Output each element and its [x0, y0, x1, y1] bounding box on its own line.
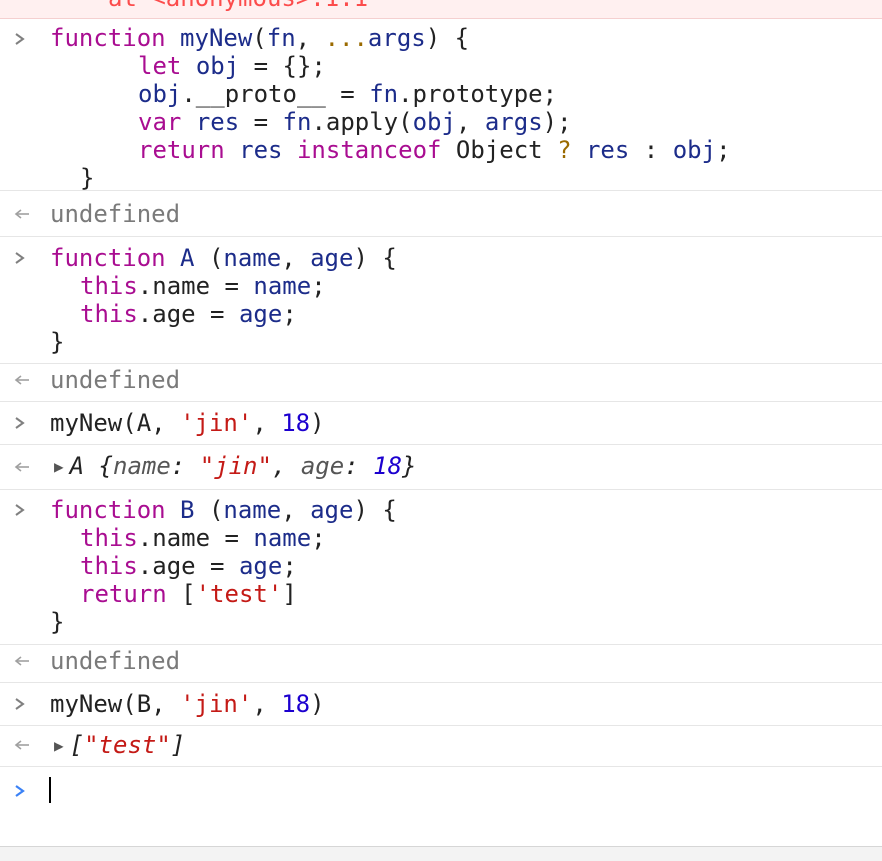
console-input-entry: function B (name, age) { this.name = nam… [0, 490, 882, 645]
code-line: function myNew(fn, ...args) { [50, 24, 470, 52]
triangle-right-icon[interactable]: ▶ [54, 732, 64, 760]
console-input-entry: function myNew(fn, ...args) { let obj = … [0, 18, 882, 192]
chevron-right-icon [12, 777, 36, 805]
error-message-fragment: at <anonymous>:1:1 [0, 0, 882, 19]
code-line: return ['test'] [80, 580, 297, 608]
code-line: this.age = age; [80, 300, 297, 328]
console-prompt[interactable] [0, 767, 882, 827]
code-line: } [80, 164, 95, 192]
code-line: let obj = {}; [138, 52, 326, 80]
console-input-entry: myNew(A, 'jin', 18) [0, 402, 882, 445]
code-line: this.name = name; [80, 272, 326, 300]
result-value: undefined [50, 366, 181, 394]
code-line: } [50, 608, 65, 636]
console-bottom-edge [0, 846, 882, 861]
console-panel: at <anonymous>:1:1 function myNew(fn, ..… [0, 0, 882, 846]
console-result-entry: ▶ ["test"] [0, 726, 882, 767]
code-line: myNew(A, 'jin', 18) [50, 409, 325, 437]
code-line: function A (name, age) { [50, 244, 397, 272]
code-line: this.age = age; [80, 552, 297, 580]
console-result-entry: ▶ A {name: "jin", age: 18} [0, 445, 882, 490]
code-line: obj.__proto__ = fn.prototype; [138, 80, 558, 108]
triangle-right-icon[interactable]: ▶ [54, 453, 64, 481]
result-value: undefined [50, 647, 181, 675]
console-result-entry: undefined [0, 645, 882, 683]
array-preview[interactable]: ▶ ["test"] [0, 731, 882, 759]
result-value: undefined [50, 200, 181, 228]
console-result-entry: undefined [0, 191, 882, 237]
console-input-entry: function A (name, age) { this.name = nam… [0, 237, 882, 364]
error-text: at <anonymous>:1:1 [108, 0, 368, 13]
object-preview[interactable]: ▶ A {name: "jin", age: 18} [0, 452, 882, 480]
text-cursor [49, 777, 51, 803]
code-line: } [50, 328, 65, 356]
code-line: function B (name, age) { [50, 496, 397, 524]
code-line: myNew(B, 'jin', 18) [50, 690, 325, 718]
console-result-entry: undefined [0, 364, 882, 402]
code-line: return res instanceof Object ? res : obj… [138, 136, 731, 164]
code-line: var res = fn.apply(obj, args); [138, 108, 572, 136]
console-input-entry: myNew(B, 'jin', 18) [0, 683, 882, 726]
code-line: this.name = name; [80, 524, 326, 552]
